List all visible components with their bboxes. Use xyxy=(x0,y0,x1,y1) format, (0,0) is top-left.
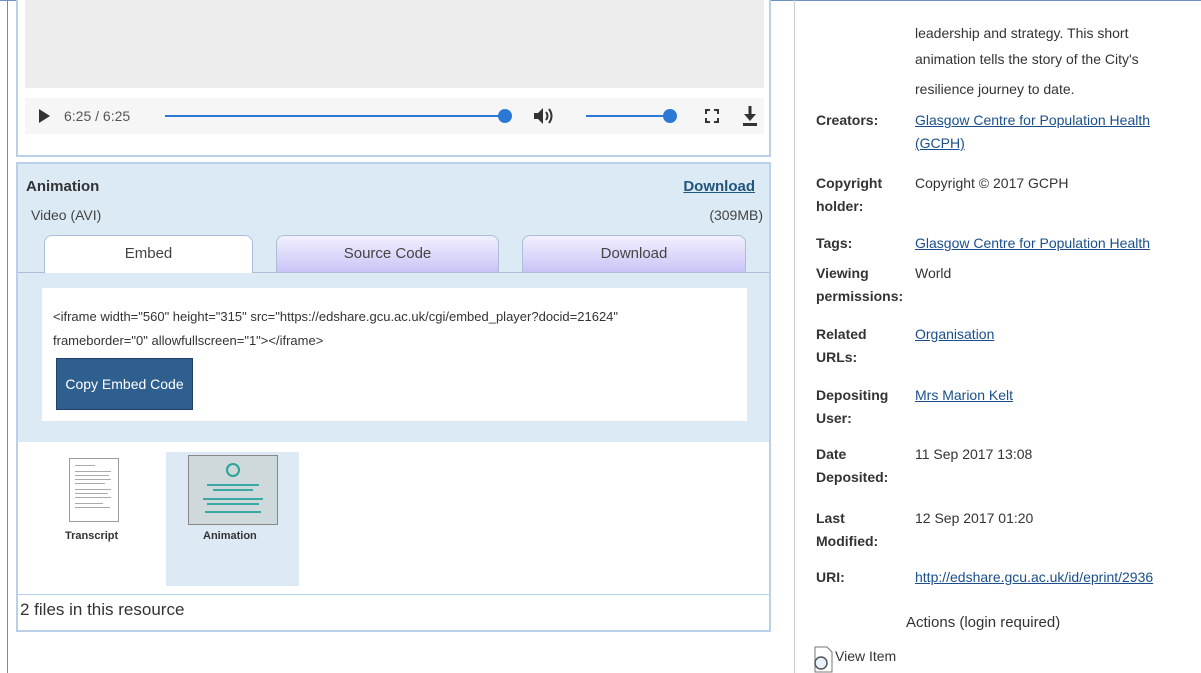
meta-label: Viewing permissions: xyxy=(816,265,904,304)
resource-files-panel: 6:25 / 6:25 Animation Download Video (AV… xyxy=(16,0,771,632)
description-line: leadership and strategy. This short xyxy=(915,25,1129,41)
tab-embed[interactable]: Embed xyxy=(44,235,253,273)
file-size: (309MB) xyxy=(709,207,763,223)
related-url-link[interactable]: Organisation xyxy=(915,326,994,342)
tab-download[interactable]: Download xyxy=(522,235,746,272)
volume-icon[interactable] xyxy=(533,106,555,126)
meta-label: Tags: xyxy=(816,235,853,251)
column-divider xyxy=(794,0,795,673)
tag-link[interactable]: Glasgow Centre for Population Health xyxy=(915,235,1150,251)
meta-value-uri: http://edshare.gcu.ac.uk/id/eprint/2936 xyxy=(915,566,1190,589)
meta-value-tags: Glasgow Centre for Population Health xyxy=(915,232,1190,255)
meta-label: Last Modified: xyxy=(816,510,879,549)
volume-handle[interactable] xyxy=(663,109,677,123)
meta-label: URI: xyxy=(816,569,845,585)
fullscreen-icon[interactable] xyxy=(705,109,719,123)
playback-time: 6:25 / 6:25 xyxy=(64,108,131,124)
animation-thumbnail[interactable] xyxy=(188,455,278,525)
meta-value: 12 Sep 2017 01:20 xyxy=(915,510,1034,526)
file-download-link[interactable]: Download xyxy=(683,178,755,195)
meta-value-creators: Glasgow Centre for Population Health (GC… xyxy=(915,109,1190,155)
seek-bar-fill xyxy=(165,115,505,117)
video-player: 6:25 / 6:25 xyxy=(16,0,771,157)
file-count-divider xyxy=(18,594,769,595)
volume-slider-fill xyxy=(586,115,670,117)
meta-label: Depositing User: xyxy=(816,387,889,426)
thumbnail-label-transcript[interactable]: Transcript xyxy=(65,530,118,542)
animation-preview-icon xyxy=(203,463,263,513)
tab-source-code[interactable]: Source Code xyxy=(276,235,499,272)
seek-bar[interactable] xyxy=(165,109,512,123)
file-thumbnails: Transcript Animation xyxy=(18,444,769,594)
video-screen[interactable] xyxy=(25,0,764,88)
file-title: Animation xyxy=(26,178,100,195)
file-details-box: Animation Download Video (AVI) (309MB) E… xyxy=(16,162,771,632)
video-controls: 6:25 / 6:25 xyxy=(25,98,764,134)
volume-slider[interactable] xyxy=(586,109,677,123)
creators-link[interactable]: Glasgow Centre for Population Health (GC… xyxy=(915,112,1150,151)
meta-label: Copyright holder: xyxy=(816,175,883,214)
window-left-border xyxy=(7,0,8,673)
file-type: Video (AVI) xyxy=(31,207,102,223)
meta-label: Related URLs: xyxy=(816,326,867,365)
meta-label: Creators: xyxy=(816,112,879,128)
meta-value-depositing: Mrs Marion Kelt xyxy=(915,384,1190,407)
embed-code-text[interactable]: <iframe width="560" height="315" src="ht… xyxy=(53,305,693,353)
actions-heading: Actions (login required) xyxy=(906,614,1061,631)
description-line: resilience journey to date. xyxy=(915,81,1075,97)
file-header: Animation Download Video (AVI) (309MB) E… xyxy=(18,164,769,442)
meta-label: Date Deposited: xyxy=(816,446,889,485)
thumbnail-label-animation[interactable]: Animation xyxy=(203,530,257,542)
transcript-thumbnail[interactable] xyxy=(69,458,119,522)
meta-value: Copyright © 2017 GCPH xyxy=(915,175,1069,191)
meta-value: World xyxy=(915,265,952,281)
depositing-user-link[interactable]: Mrs Marion Kelt xyxy=(915,387,1013,403)
play-icon[interactable] xyxy=(39,109,50,123)
download-icon[interactable] xyxy=(741,105,759,127)
view-item-link[interactable]: View Item xyxy=(835,648,896,664)
embed-panel: <iframe width="560" height="315" src="ht… xyxy=(42,288,747,421)
copy-embed-code-button[interactable]: Copy Embed Code xyxy=(56,358,193,410)
file-count: 2 files in this resource xyxy=(20,600,185,619)
uri-link[interactable]: http://edshare.gcu.ac.uk/id/eprint/2936 xyxy=(915,569,1153,585)
magnifier-document-icon[interactable] xyxy=(812,646,834,673)
meta-value: 11 Sep 2017 13:08 xyxy=(915,446,1033,462)
description-line: animation tells the story of the City's xyxy=(915,51,1139,67)
seek-handle[interactable] xyxy=(498,109,512,123)
meta-value-related: Organisation xyxy=(915,323,1190,346)
